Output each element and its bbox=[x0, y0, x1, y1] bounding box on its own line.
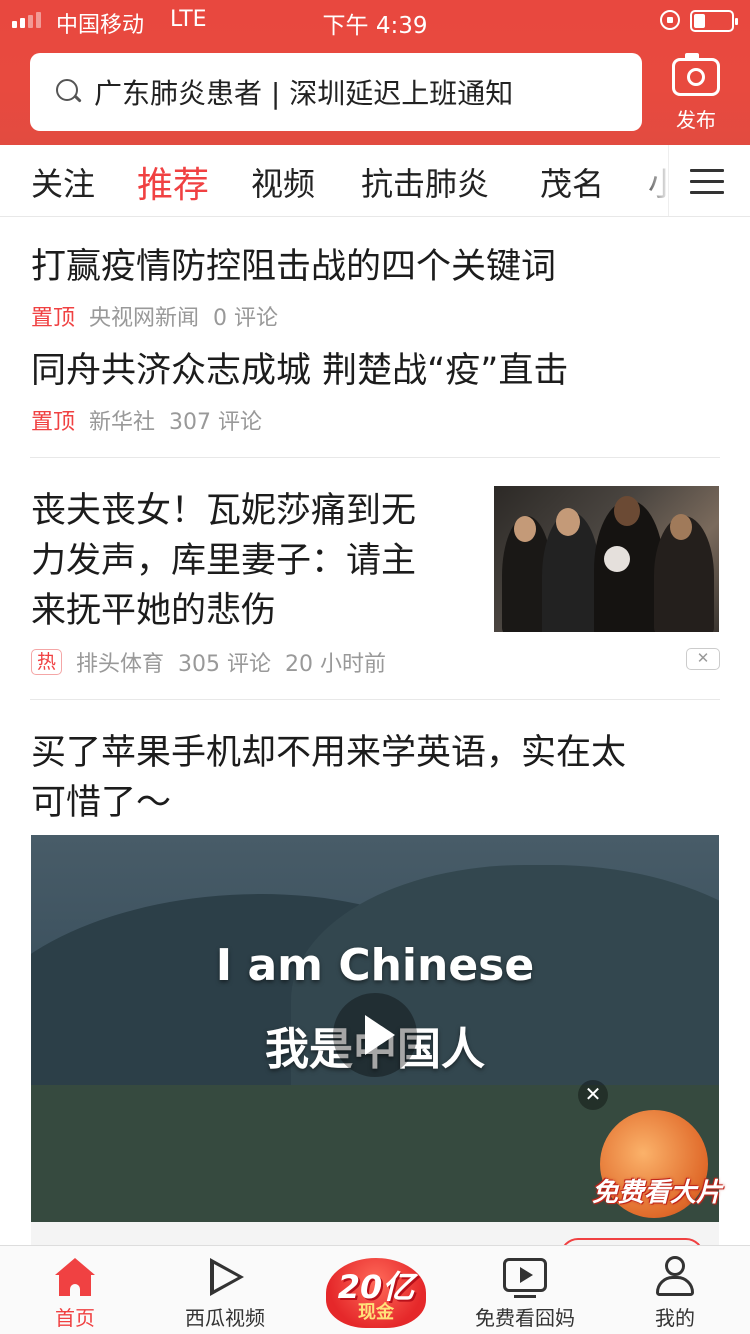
pinned-tag: 置顶 bbox=[31, 410, 76, 435]
tab-video[interactable]: 视频 bbox=[251, 159, 315, 205]
search-query: 广东肺炎患者 | 深圳延迟上班通知 bbox=[94, 77, 514, 110]
play-icon[interactable] bbox=[333, 993, 417, 1077]
news-thumbnail[interactable] bbox=[494, 486, 719, 632]
play-icon bbox=[210, 1258, 244, 1296]
user-icon bbox=[656, 1256, 694, 1298]
status-bar: 中国移动 LTE 下午 4:39 bbox=[0, 0, 750, 42]
news-meta: 置顶 新华社 307 评论 bbox=[31, 404, 262, 436]
video-caption-en: I am Chinese bbox=[215, 940, 535, 991]
battery-icon bbox=[690, 10, 738, 32]
publish-label: 发布 bbox=[676, 108, 716, 132]
tabbar-mine[interactable]: 我的 bbox=[600, 1246, 750, 1334]
channel-menu-button[interactable] bbox=[668, 145, 750, 216]
tabbar-home[interactable]: 首页 bbox=[0, 1246, 150, 1334]
tab-fight-pneumonia[interactable]: 抗击肺炎 bbox=[361, 159, 489, 205]
search-bar[interactable]: 广东肺炎患者 | 深圳延迟上班通知 bbox=[30, 53, 642, 131]
news-comments: 307 评论 bbox=[169, 410, 263, 435]
tv-icon bbox=[503, 1258, 547, 1298]
hot-badge: 热 bbox=[31, 649, 63, 675]
tab-maoming[interactable]: 茂名 bbox=[540, 159, 604, 205]
news-time: 20 小时前 bbox=[285, 652, 387, 677]
news-comments: 305 评论 bbox=[178, 652, 272, 677]
tab-follow[interactable]: 关注 bbox=[31, 159, 95, 205]
tabbar-label: 我的 bbox=[655, 1306, 695, 1330]
dismiss-icon[interactable]: ✕ bbox=[686, 648, 720, 670]
divider bbox=[30, 457, 720, 458]
tabbar-label: 西瓜视频 bbox=[185, 1306, 265, 1330]
close-icon[interactable]: ✕ bbox=[578, 1080, 608, 1110]
news-title-line: 来抚平她的悲伤 bbox=[31, 591, 277, 631]
news-title[interactable]: 买了苹果手机却不用来学英语，实在太 可惜了～ bbox=[31, 728, 626, 828]
tabbar-label: 免费看囧妈 bbox=[475, 1306, 575, 1330]
search-icon bbox=[56, 79, 82, 105]
cash-reward-button[interactable]: 20亿 现金 bbox=[320, 1248, 432, 1334]
tabbar-free-movie[interactable]: 免费看囧妈 bbox=[450, 1246, 600, 1334]
news-source[interactable]: 央视网新闻 bbox=[89, 300, 199, 332]
pinned-tag: 置顶 bbox=[31, 306, 76, 331]
tabbar-xigua-video[interactable]: 西瓜视频 bbox=[150, 1246, 300, 1334]
rotation-lock-icon bbox=[660, 10, 680, 30]
header: 中国移动 LTE 下午 4:39 广东肺炎患者 | 深圳延迟上班通知 发布 bbox=[0, 0, 750, 145]
promo-float[interactable]: 免费看大片 bbox=[582, 1110, 732, 1220]
promo-label: 免费看大片 bbox=[591, 1178, 722, 1208]
camera-icon bbox=[672, 53, 720, 96]
divider bbox=[30, 699, 720, 700]
news-title-line: 可惜了～ bbox=[31, 783, 172, 823]
news-comments: 0 评论 bbox=[213, 306, 279, 331]
news-title-line: 力发声，库里妻子：请主 bbox=[31, 541, 417, 581]
home-icon bbox=[55, 1258, 95, 1296]
news-title-line: 买了苹果手机却不用来学英语，实在太 bbox=[31, 733, 627, 773]
news-meta: 热 排头体育 305 评论 20 小时前 bbox=[31, 646, 386, 678]
news-source[interactable]: 排头体育 bbox=[76, 646, 164, 678]
tab-recommend[interactable]: 推荐 bbox=[137, 156, 209, 208]
tabs-fade bbox=[640, 145, 670, 216]
cash-label: 现金 bbox=[358, 1302, 394, 1323]
clock: 下午 4:39 bbox=[322, 13, 428, 39]
news-title[interactable]: 同舟共济众志成城 荆楚战“疫”直击 bbox=[31, 346, 568, 396]
news-title-line: 丧夫丧女！瓦妮莎痛到无 bbox=[31, 491, 417, 531]
publish-button[interactable]: 发布 bbox=[660, 52, 732, 137]
channel-tabs: 关注 推荐 视频 抗击肺炎 茂名 小 bbox=[0, 145, 750, 217]
news-source[interactable]: 新华社 bbox=[89, 404, 155, 436]
news-title[interactable]: 丧夫丧女！瓦妮莎痛到无 力发声，库里妻子：请主 来抚平她的悲伤 bbox=[31, 486, 416, 636]
tabbar-label: 首页 bbox=[55, 1306, 95, 1330]
news-title[interactable]: 打赢疫情防控阻击战的四个关键词 bbox=[31, 242, 556, 292]
news-meta: 置顶 央视网新闻 0 评论 bbox=[31, 300, 278, 332]
